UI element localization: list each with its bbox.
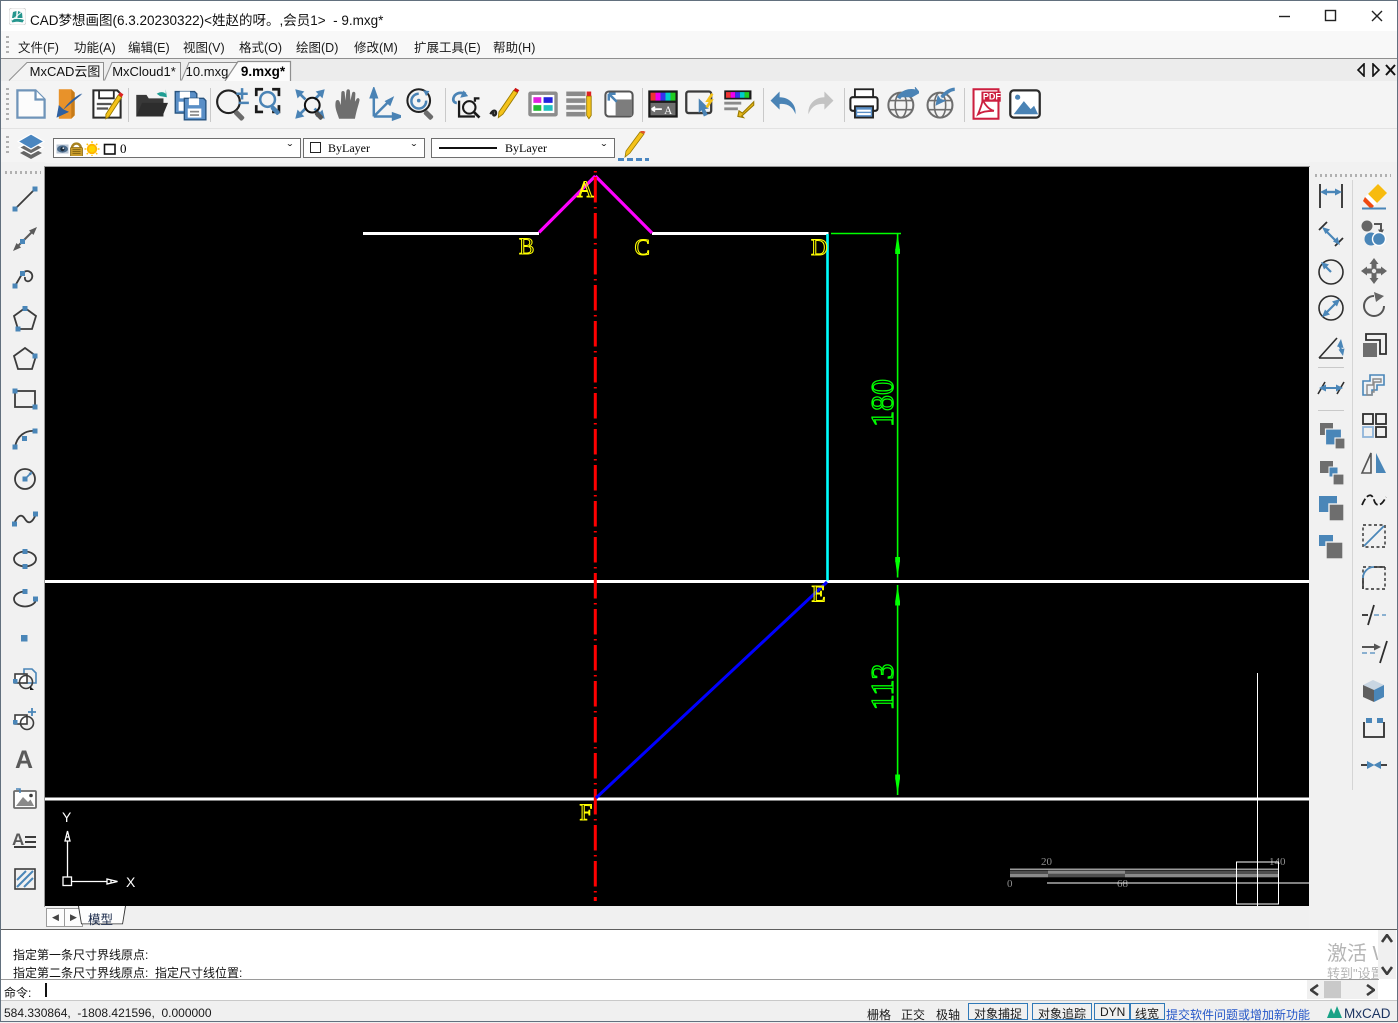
- svg-text:E: E: [812, 582, 826, 607]
- svg-text:PDF: PDF: [983, 92, 1002, 102]
- svg-text:180: 180: [864, 379, 900, 427]
- svg-text:20: 20: [1041, 856, 1053, 868]
- svg-text:F: F: [580, 800, 593, 825]
- svg-text:A: A: [15, 746, 33, 772]
- svg-text:9.mxg*: 9.mxg*: [241, 64, 286, 79]
- svg-text:68: 68: [1117, 878, 1129, 890]
- svg-text:10.mxg: 10.mxg: [186, 64, 229, 79]
- svg-text:C: C: [635, 235, 650, 260]
- svg-text:Y: Y: [62, 809, 72, 825]
- svg-text:A: A: [664, 105, 673, 117]
- svg-text:MxCAD云图: MxCAD云图: [30, 64, 101, 79]
- svg-text:MxCloud1*: MxCloud1*: [112, 64, 176, 79]
- svg-text:X: X: [126, 874, 136, 890]
- svg-text:0: 0: [1007, 878, 1013, 890]
- svg-text:113: 113: [864, 664, 900, 711]
- svg-text:B: B: [519, 234, 534, 259]
- svg-text:D: D: [811, 235, 828, 260]
- svg-text:A: A: [577, 177, 594, 202]
